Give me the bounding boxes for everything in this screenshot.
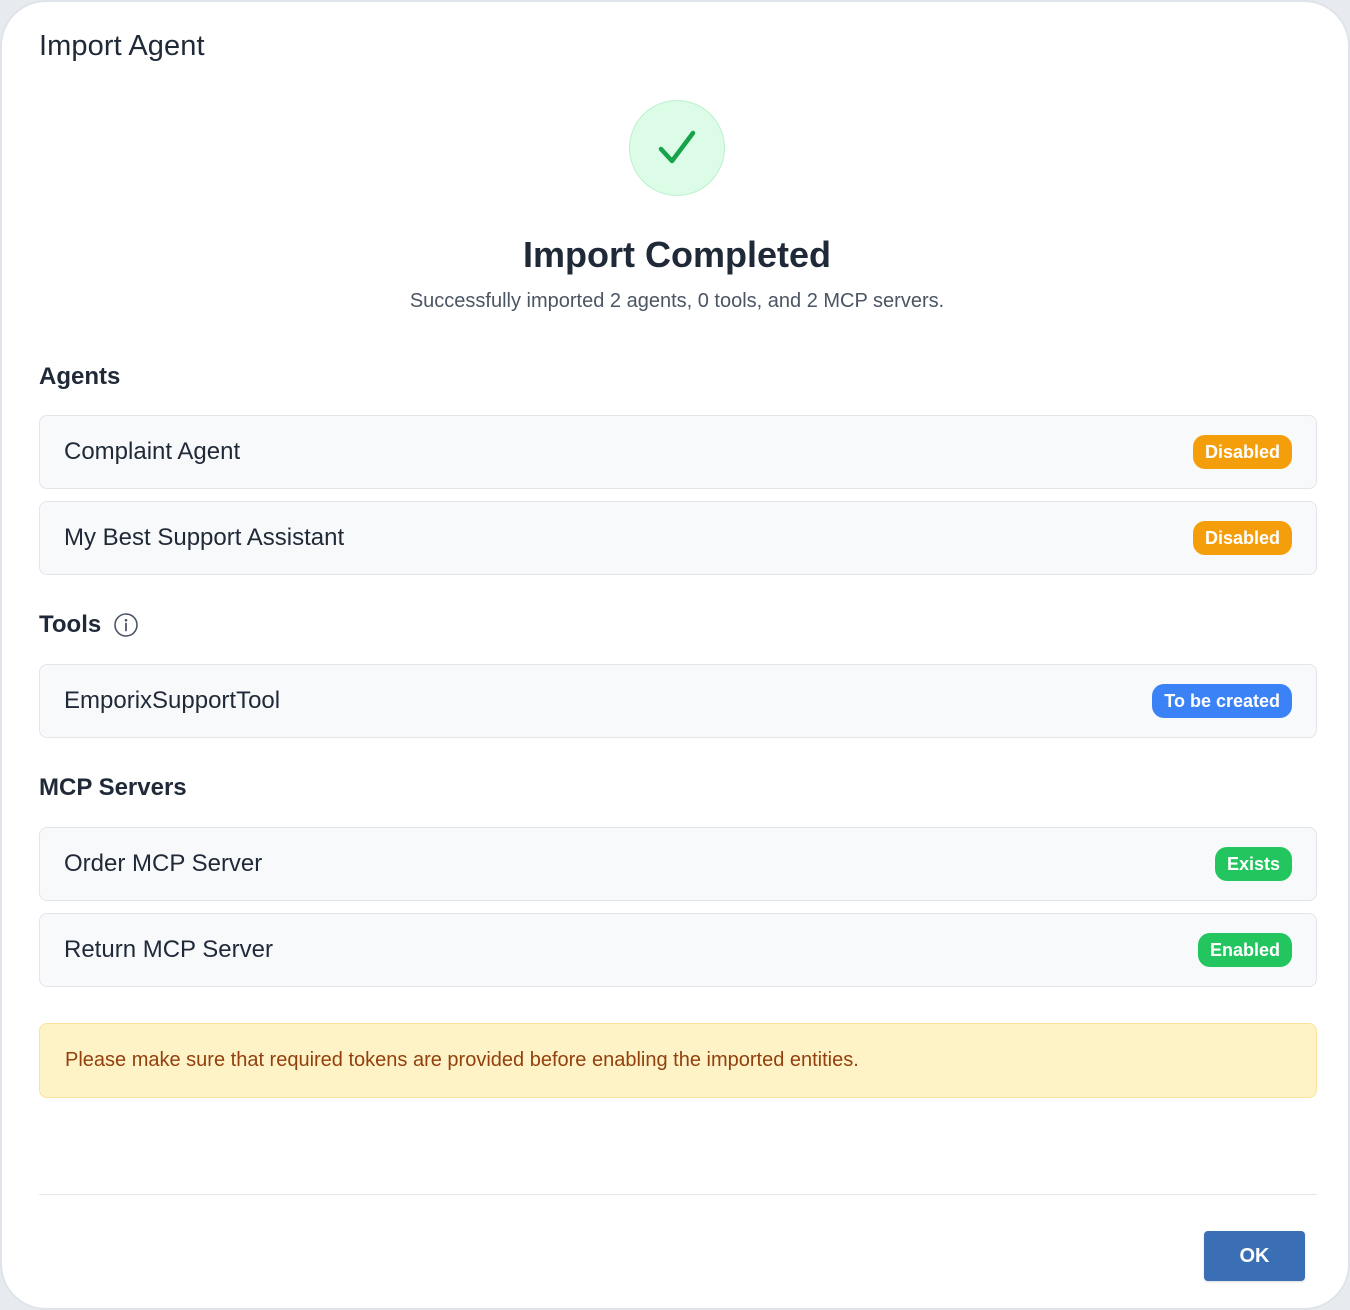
token-warning-notice: Please make sure that required tokens ar… (39, 1023, 1317, 1098)
check-icon (656, 127, 698, 169)
dialog-title: Import Agent (39, 30, 205, 62)
section-title-label: MCP Servers (39, 774, 187, 801)
footer-divider (39, 1194, 1317, 1195)
list-item: Order MCP Server Exists (39, 827, 1317, 901)
list-item: Complaint Agent Disabled (39, 415, 1317, 489)
mcp-server-name: Return MCP Server (64, 936, 273, 963)
list-item: EmporixSupportTool To be created (39, 664, 1317, 738)
status-badge: To be created (1152, 684, 1292, 718)
mcp-server-name: Order MCP Server (64, 850, 263, 877)
success-indicator (629, 100, 725, 196)
status-badge: Disabled (1192, 521, 1292, 555)
notice-text: Please make sure that required tokens ar… (65, 1049, 859, 1071)
section-title-label: Tools (39, 611, 102, 638)
result-summary: Successfully imported 2 agents, 0 tools,… (409, 290, 945, 312)
status-badge: Enabled (1197, 933, 1292, 967)
tool-name: EmporixSupportTool (64, 687, 281, 714)
status-badge: Exists (1214, 847, 1292, 881)
import-agent-dialog: Import Agent Import Completed Successful… (0, 0, 1350, 1310)
section-title-tools: Tools (39, 611, 139, 639)
section-title-label: Agents (39, 363, 121, 390)
agent-name: Complaint Agent (64, 438, 241, 465)
status-badge: Disabled (1192, 435, 1292, 469)
section-title-mcp-servers: MCP Servers (39, 774, 187, 802)
agent-name: My Best Support Assistant (64, 524, 345, 551)
list-item: Return MCP Server Enabled (39, 913, 1317, 987)
list-item: My Best Support Assistant Disabled (39, 501, 1317, 575)
section-title-agents: Agents (39, 363, 120, 391)
result-heading: Import Completed (522, 234, 831, 275)
info-icon[interactable] (113, 612, 139, 638)
ok-button[interactable]: OK (1204, 1231, 1305, 1281)
